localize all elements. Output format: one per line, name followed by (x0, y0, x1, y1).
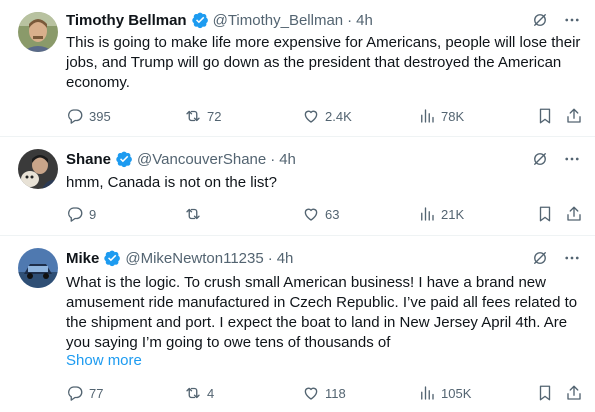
reply-button[interactable]: 395 (66, 105, 111, 127)
reply-count: 9 (89, 206, 97, 222)
views-icon (421, 386, 434, 400)
separator-dot: · (347, 11, 353, 29)
like-button[interactable]: 2.4K (302, 105, 352, 127)
retweet-icon (186, 208, 200, 220)
retweet-count: 72 (207, 108, 222, 124)
timestamp[interactable]: 4h (356, 12, 373, 29)
verified-badge-icon (104, 250, 121, 267)
like-count: 63 (325, 206, 340, 222)
grok-icon[interactable] (531, 11, 549, 29)
separator-dot: · (270, 150, 276, 168)
display-name[interactable]: Timothy Bellman (66, 12, 187, 29)
handle[interactable]: @VancouverShane (137, 151, 266, 168)
reply-button[interactable]: 77 (66, 382, 103, 404)
retweet-button[interactable]: 72 (184, 105, 221, 127)
share-button[interactable] (565, 203, 583, 225)
handle[interactable]: @MikeNewton11235 (125, 250, 263, 267)
bookmark-icon (539, 108, 551, 124)
like-count: 118 (325, 385, 346, 401)
retweet-button[interactable] (184, 203, 207, 225)
retweet-icon (186, 387, 200, 399)
views-count: 21K (441, 206, 465, 222)
retweet-button[interactable]: 4 (184, 382, 214, 404)
share-icon (567, 108, 581, 123)
display-name[interactable]: Shane (66, 151, 111, 168)
views-button[interactable]: 21K (418, 203, 464, 225)
views-button[interactable]: 105K (418, 382, 471, 404)
views-button[interactable]: 78K (418, 105, 464, 127)
tweet-text: hmm, Canada is not on the list? (66, 174, 277, 191)
share-icon (567, 206, 581, 221)
bookmark-button[interactable] (536, 203, 554, 225)
more-icon[interactable] (563, 150, 581, 168)
bookmark-button[interactable] (536, 105, 554, 127)
like-count: 2.4K (325, 108, 352, 124)
reply-icon (68, 386, 83, 401)
bookmark-icon (539, 206, 551, 222)
share-icon (567, 385, 581, 400)
views-icon (421, 207, 434, 221)
grok-icon[interactable] (531, 150, 549, 168)
verified-badge-icon (191, 12, 208, 29)
more-icon[interactable] (563, 11, 581, 29)
reply-icon (68, 207, 83, 222)
tweet[interactable]: Timothy Bellman @Timothy_Bellman · 4h Th… (0, 0, 595, 137)
separator-dot: · (267, 249, 273, 267)
like-icon (304, 208, 318, 221)
reply-button[interactable]: 9 (66, 203, 96, 225)
avatar[interactable] (18, 248, 58, 288)
timestamp[interactable]: 4h (277, 250, 294, 267)
bookmark-icon (539, 385, 551, 401)
views-count: 105K (441, 385, 472, 401)
share-button[interactable] (565, 105, 583, 127)
tweet-text: What is the logic. To crush small Americ… (66, 274, 578, 351)
display-name[interactable]: Mike (66, 250, 99, 267)
share-button[interactable] (565, 382, 583, 404)
views-count: 78K (441, 108, 465, 124)
views-icon (421, 109, 434, 123)
like-button[interactable]: 118 (302, 382, 346, 404)
reply-count: 77 (89, 385, 104, 401)
avatar[interactable] (18, 149, 58, 189)
tweet[interactable]: Shane @VancouverShane · 4h hmm, Canada i… (0, 137, 595, 236)
reply-icon (68, 109, 83, 124)
show-more-link[interactable]: Show more (66, 352, 142, 369)
tweet[interactable]: Mike @MikeNewton11235 · 4h What is the l… (0, 236, 595, 412)
timestamp[interactable]: 4h (279, 151, 296, 168)
timeline: Timothy Bellman @Timothy_Bellman · 4h Th… (0, 0, 595, 412)
verified-badge-icon (116, 151, 132, 168)
handle[interactable]: @Timothy_Bellman (213, 12, 344, 29)
tweet-text: This is going to make life more expensiv… (66, 34, 581, 91)
reply-count: 395 (89, 108, 111, 124)
more-icon[interactable] (563, 249, 581, 267)
retweet-icon (186, 110, 200, 122)
grok-icon[interactable] (531, 249, 549, 267)
bookmark-button[interactable] (536, 382, 554, 404)
avatar[interactable] (18, 12, 58, 52)
like-button[interactable]: 63 (302, 203, 339, 225)
like-icon (304, 110, 318, 123)
retweet-count: 4 (207, 385, 215, 401)
like-icon (304, 387, 318, 400)
